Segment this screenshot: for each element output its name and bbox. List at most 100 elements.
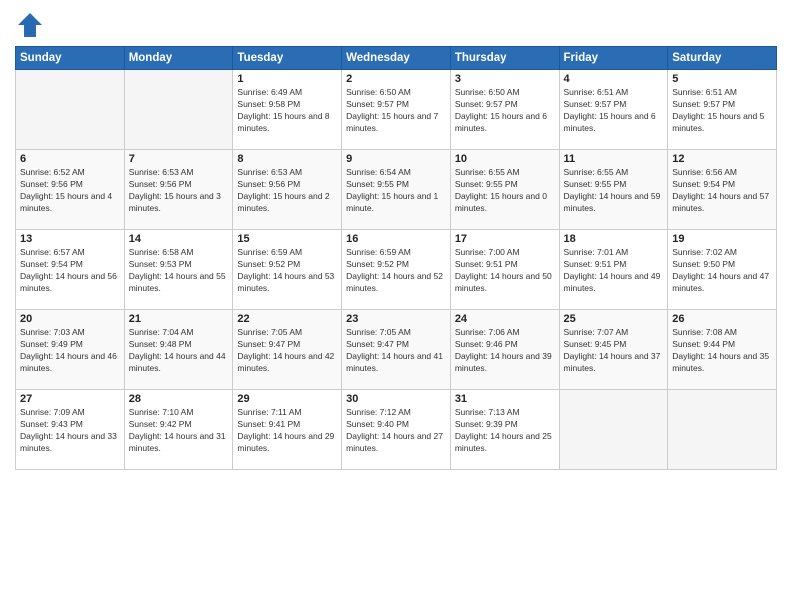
cell-details: Sunrise: 7:13 AMSunset: 9:39 PMDaylight:… xyxy=(455,407,555,455)
cell-details: Sunrise: 6:56 AMSunset: 9:54 PMDaylight:… xyxy=(672,167,772,215)
calendar-cell: 20 Sunrise: 7:03 AMSunset: 9:49 PMDayligh… xyxy=(16,310,125,390)
calendar-cell: 1 Sunrise: 6:49 AMSunset: 9:58 PMDaylight… xyxy=(233,70,342,150)
calendar-week-row: 13 Sunrise: 6:57 AMSunset: 9:54 PMDayligh… xyxy=(16,230,777,310)
cell-details: Sunrise: 7:07 AMSunset: 9:45 PMDaylight:… xyxy=(564,327,664,375)
day-number: 8 xyxy=(237,153,337,165)
calendar-cell: 15 Sunrise: 6:59 AMSunset: 9:52 PMDayligh… xyxy=(233,230,342,310)
weekday-header: Saturday xyxy=(668,47,777,70)
calendar-cell: 14 Sunrise: 6:58 AMSunset: 9:53 PMDayligh… xyxy=(124,230,233,310)
cell-details: Sunrise: 7:00 AMSunset: 9:51 PMDaylight:… xyxy=(455,247,555,295)
cell-details: Sunrise: 6:59 AMSunset: 9:52 PMDaylight:… xyxy=(346,247,446,295)
weekday-header: Friday xyxy=(559,47,668,70)
cell-details: Sunrise: 6:49 AMSunset: 9:58 PMDaylight:… xyxy=(237,87,337,135)
cell-details: Sunrise: 6:50 AMSunset: 9:57 PMDaylight:… xyxy=(346,87,446,135)
calendar-cell: 17 Sunrise: 7:00 AMSunset: 9:51 PMDayligh… xyxy=(450,230,559,310)
cell-details: Sunrise: 7:03 AMSunset: 9:49 PMDaylight:… xyxy=(20,327,120,375)
weekday-header: Sunday xyxy=(16,47,125,70)
cell-details: Sunrise: 7:10 AMSunset: 9:42 PMDaylight:… xyxy=(129,407,229,455)
calendar-cell: 24 Sunrise: 7:06 AMSunset: 9:46 PMDayligh… xyxy=(450,310,559,390)
calendar-cell: 16 Sunrise: 6:59 AMSunset: 9:52 PMDayligh… xyxy=(342,230,451,310)
day-number: 15 xyxy=(237,233,337,245)
day-number: 28 xyxy=(129,393,229,405)
calendar-cell: 7 Sunrise: 6:53 AMSunset: 9:56 PMDaylight… xyxy=(124,150,233,230)
day-number: 2 xyxy=(346,73,446,85)
calendar-cell xyxy=(124,70,233,150)
day-number: 10 xyxy=(455,153,555,165)
day-number: 16 xyxy=(346,233,446,245)
cell-details: Sunrise: 7:06 AMSunset: 9:46 PMDaylight:… xyxy=(455,327,555,375)
header xyxy=(15,10,777,40)
calendar-table: SundayMondayTuesdayWednesdayThursdayFrid… xyxy=(15,46,777,470)
day-number: 26 xyxy=(672,313,772,325)
weekday-header: Tuesday xyxy=(233,47,342,70)
logo-icon xyxy=(15,10,45,40)
cell-details: Sunrise: 6:51 AMSunset: 9:57 PMDaylight:… xyxy=(564,87,664,135)
calendar-cell: 2 Sunrise: 6:50 AMSunset: 9:57 PMDaylight… xyxy=(342,70,451,150)
calendar-cell: 3 Sunrise: 6:50 AMSunset: 9:57 PMDaylight… xyxy=(450,70,559,150)
cell-details: Sunrise: 7:12 AMSunset: 9:40 PMDaylight:… xyxy=(346,407,446,455)
day-number: 31 xyxy=(455,393,555,405)
day-number: 7 xyxy=(129,153,229,165)
cell-details: Sunrise: 6:59 AMSunset: 9:52 PMDaylight:… xyxy=(237,247,337,295)
day-number: 24 xyxy=(455,313,555,325)
calendar-cell: 25 Sunrise: 7:07 AMSunset: 9:45 PMDayligh… xyxy=(559,310,668,390)
calendar-cell: 26 Sunrise: 7:08 AMSunset: 9:44 PMDayligh… xyxy=(668,310,777,390)
weekday-header: Monday xyxy=(124,47,233,70)
day-number: 6 xyxy=(20,153,120,165)
day-number: 19 xyxy=(672,233,772,245)
day-number: 5 xyxy=(672,73,772,85)
cell-details: Sunrise: 6:50 AMSunset: 9:57 PMDaylight:… xyxy=(455,87,555,135)
calendar-cell: 27Sunrise: 7:09 AMSunset: 9:43 PMDayligh… xyxy=(16,390,125,470)
cell-details: Sunrise: 6:55 AMSunset: 9:55 PMDaylight:… xyxy=(455,167,555,215)
day-number: 1 xyxy=(237,73,337,85)
calendar-cell: 11Sunrise: 6:55 AMSunset: 9:55 PMDayligh… xyxy=(559,150,668,230)
day-number: 11 xyxy=(564,153,664,165)
cell-details: Sunrise: 7:02 AMSunset: 9:50 PMDaylight:… xyxy=(672,247,772,295)
day-number: 3 xyxy=(455,73,555,85)
day-number: 22 xyxy=(237,313,337,325)
day-number: 17 xyxy=(455,233,555,245)
calendar-week-row: 27Sunrise: 7:09 AMSunset: 9:43 PMDayligh… xyxy=(16,390,777,470)
cell-details: Sunrise: 7:01 AMSunset: 9:51 PMDaylight:… xyxy=(564,247,664,295)
calendar-cell: 12 Sunrise: 6:56 AMSunset: 9:54 PMDayligh… xyxy=(668,150,777,230)
calendar-cell: 13 Sunrise: 6:57 AMSunset: 9:54 PMDayligh… xyxy=(16,230,125,310)
weekday-header: Thursday xyxy=(450,47,559,70)
calendar-cell: 8 Sunrise: 6:53 AMSunset: 9:56 PMDaylight… xyxy=(233,150,342,230)
cell-details: Sunrise: 6:51 AMSunset: 9:57 PMDaylight:… xyxy=(672,87,772,135)
calendar-cell xyxy=(16,70,125,150)
calendar-cell: 10 Sunrise: 6:55 AMSunset: 9:55 PMDayligh… xyxy=(450,150,559,230)
day-number: 25 xyxy=(564,313,664,325)
day-number: 20 xyxy=(20,313,120,325)
calendar-week-row: 20 Sunrise: 7:03 AMSunset: 9:49 PMDayligh… xyxy=(16,310,777,390)
calendar-cell: 29Sunrise: 7:11 AMSunset: 9:41 PMDayligh… xyxy=(233,390,342,470)
calendar-header-row: SundayMondayTuesdayWednesdayThursdayFrid… xyxy=(16,47,777,70)
calendar-cell: 18 Sunrise: 7:01 AMSunset: 9:51 PMDayligh… xyxy=(559,230,668,310)
calendar-cell xyxy=(668,390,777,470)
cell-details: Sunrise: 6:53 AMSunset: 9:56 PMDaylight:… xyxy=(237,167,337,215)
calendar-cell xyxy=(559,390,668,470)
calendar-cell: 23 Sunrise: 7:05 AMSunset: 9:47 PMDayligh… xyxy=(342,310,451,390)
cell-details: Sunrise: 7:08 AMSunset: 9:44 PMDaylight:… xyxy=(672,327,772,375)
cell-details: Sunrise: 6:52 AMSunset: 9:56 PMDaylight:… xyxy=(20,167,120,215)
day-number: 14 xyxy=(129,233,229,245)
cell-details: Sunrise: 6:53 AMSunset: 9:56 PMDaylight:… xyxy=(129,167,229,215)
cell-details: Sunrise: 6:54 AMSunset: 9:55 PMDaylight:… xyxy=(346,167,446,215)
cell-details: Sunrise: 7:05 AMSunset: 9:47 PMDaylight:… xyxy=(237,327,337,375)
cell-details: Sunrise: 6:58 AMSunset: 9:53 PMDaylight:… xyxy=(129,247,229,295)
cell-details: Sunrise: 7:05 AMSunset: 9:47 PMDaylight:… xyxy=(346,327,446,375)
day-number: 9 xyxy=(346,153,446,165)
calendar-cell: 28 Sunrise: 7:10 AMSunset: 9:42 PMDayligh… xyxy=(124,390,233,470)
day-number: 23 xyxy=(346,313,446,325)
day-number: 21 xyxy=(129,313,229,325)
calendar-cell: 21 Sunrise: 7:04 AMSunset: 9:48 PMDayligh… xyxy=(124,310,233,390)
cell-details: Sunrise: 7:04 AMSunset: 9:48 PMDaylight:… xyxy=(129,327,229,375)
weekday-header: Wednesday xyxy=(342,47,451,70)
calendar-cell: 22 Sunrise: 7:05 AMSunset: 9:47 PMDayligh… xyxy=(233,310,342,390)
day-number: 13 xyxy=(20,233,120,245)
day-number: 30 xyxy=(346,393,446,405)
day-number: 18 xyxy=(564,233,664,245)
day-number: 12 xyxy=(672,153,772,165)
calendar-week-row: 6 Sunrise: 6:52 AMSunset: 9:56 PMDaylight… xyxy=(16,150,777,230)
cell-details: Sunrise: 6:57 AMSunset: 9:54 PMDaylight:… xyxy=(20,247,120,295)
calendar-cell: 30 Sunrise: 7:12 AMSunset: 9:40 PMDayligh… xyxy=(342,390,451,470)
